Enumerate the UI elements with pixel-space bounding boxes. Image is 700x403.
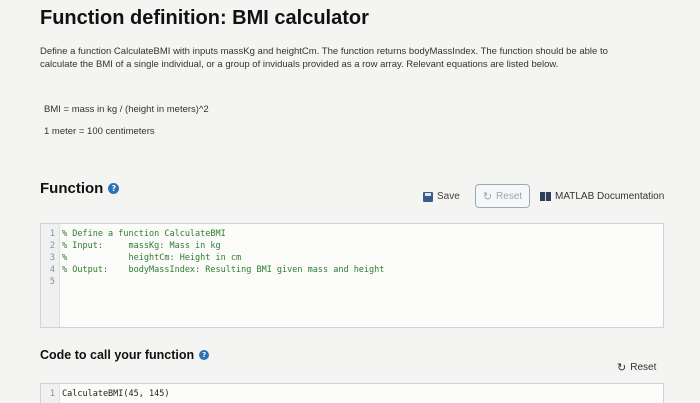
code-line[interactable]: 4 % Output: bodyMassIndex: Resulting BMI… [41, 265, 385, 277]
code-text: % heightCm: Height in cm [62, 253, 242, 263]
line-number: 1 [49, 389, 55, 399]
call-code-editor[interactable]: 1 CalculateBMI(45, 145) [40, 383, 664, 403]
book-icon [540, 192, 551, 201]
reset-icon: ↻ [617, 361, 627, 374]
save-icon [423, 191, 433, 202]
equation-meter: 1 meter = 100 centimeters [44, 126, 155, 137]
code-line[interactable]: 3 % heightCm: Height in cm [41, 253, 241, 265]
matlab-documentation-button[interactable]: MATLAB Documentation [540, 191, 664, 202]
line-number: 1 [49, 229, 55, 239]
problem-description: Define a function CalculateBMI with inpu… [40, 46, 608, 70]
matlab-documentation-label: MATLAB Documentation [555, 191, 665, 202]
equation-bmi: BMI = mass in kg / (height in meters)^2 [44, 104, 209, 115]
code-text: % Output: bodyMassIndex: Resulting BMI g… [62, 265, 385, 275]
code-line[interactable]: 1 CalculateBMI(45, 145) [41, 389, 170, 401]
help-icon[interactable]: ? [108, 183, 120, 194]
line-number: 5 [49, 277, 55, 287]
reset-icon: ↻ [482, 189, 493, 203]
call-section-title: Code to call your function ? [40, 348, 210, 362]
reset-label: Reset [496, 190, 523, 202]
function-section-title: Function ? [40, 180, 120, 197]
function-code-editor[interactable]: 1 % Define a function CalculateBMI 2 % I… [40, 223, 664, 328]
help-icon[interactable]: ? [199, 350, 210, 360]
call-reset-label: Reset [630, 362, 657, 373]
save-button[interactable]: Save [423, 191, 460, 202]
code-text: % Define a function CalculateBMI [62, 229, 226, 239]
function-section-label: Function [40, 180, 104, 197]
line-number: 4 [49, 265, 55, 275]
line-number: 2 [49, 241, 55, 251]
code-line[interactable]: 2 % Input: massKg: Mass in kg [41, 241, 221, 253]
call-reset-button[interactable]: ↻ Reset [617, 361, 656, 374]
code-text: % Input: massKg: Mass in kg [62, 241, 221, 251]
code-line[interactable]: 1 % Define a function CalculateBMI [41, 229, 226, 241]
line-number: 3 [49, 253, 55, 263]
save-label: Save [437, 191, 460, 202]
call-section-label: Code to call your function [40, 348, 195, 362]
code-line[interactable]: 5 [41, 277, 62, 289]
reset-button[interactable]: ↻ Reset [475, 184, 530, 208]
page-title: Function definition: BMI calculator [40, 7, 369, 29]
code-text: CalculateBMI(45, 145) [62, 389, 170, 399]
